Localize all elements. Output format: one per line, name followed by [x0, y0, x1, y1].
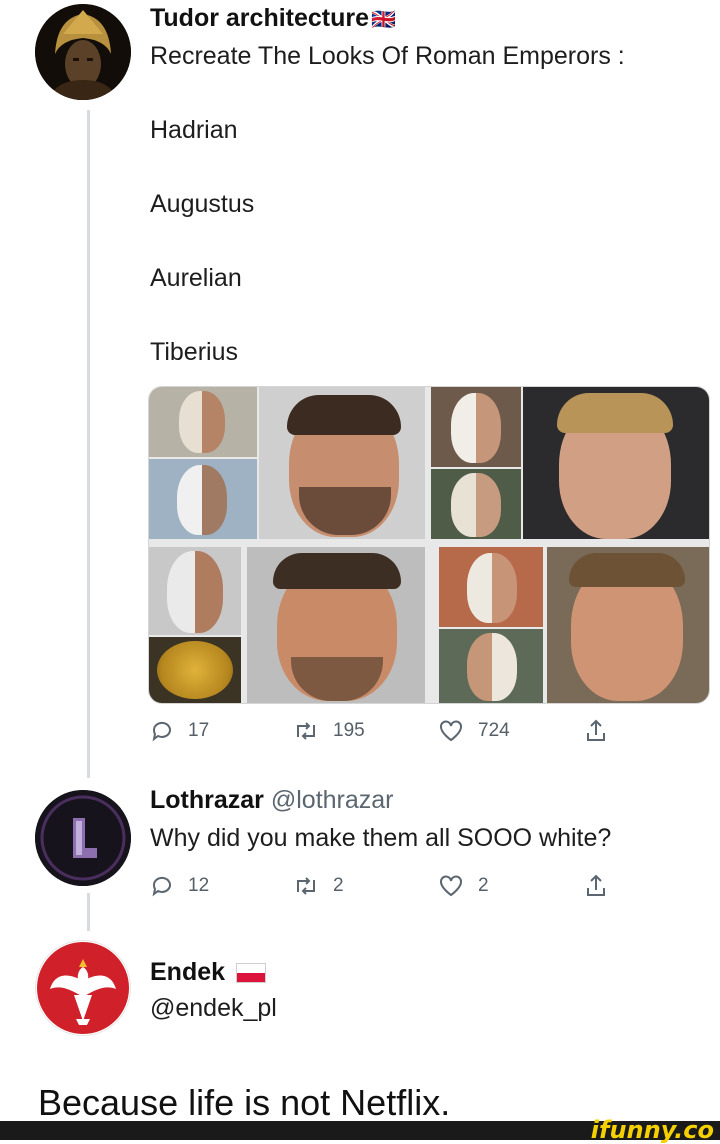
tweet-text: Why did you make them all SOOO white?: [150, 824, 612, 852]
reply-button[interactable]: 17: [150, 719, 209, 743]
tweet-text: Recreate The Looks Of Roman Emperors :: [150, 42, 625, 70]
thread-line: [87, 893, 90, 931]
like-button[interactable]: 724: [438, 719, 510, 743]
thread-line: [87, 110, 90, 778]
like-icon: [440, 720, 462, 742]
author-name-text[interactable]: Endek: [150, 958, 225, 986]
reply-count: 12: [188, 875, 210, 896]
author-name[interactable]: Tudor architecture 🇬🇧: [150, 4, 396, 33]
share-button[interactable]: [583, 718, 609, 744]
reconstruction-photo[interactable]: [247, 547, 425, 703]
author-handle[interactable]: @lothrazar: [271, 786, 394, 814]
like-button[interactable]: 2: [438, 874, 489, 898]
bust-photo[interactable]: [431, 387, 521, 467]
reconstruction-photo[interactable]: [547, 547, 709, 703]
coin-photo[interactable]: [149, 637, 241, 703]
reconstruction-photo[interactable]: [523, 387, 709, 539]
bust-photo[interactable]: [439, 629, 543, 703]
reply-icon: [152, 721, 171, 742]
emperor-name: Augustus: [150, 190, 255, 218]
like-count: 2: [478, 875, 489, 896]
retweet-icon: [297, 877, 315, 895]
like-icon: [440, 875, 462, 897]
author-name-text[interactable]: Tudor architecture: [150, 4, 369, 32]
retweet-button[interactable]: 195: [293, 719, 365, 743]
retweet-count: 2: [333, 875, 344, 896]
uk-flag-icon: 🇬🇧: [371, 9, 396, 31]
retweet-button[interactable]: 2: [293, 874, 344, 898]
poland-flag-icon: [235, 963, 266, 984]
retweet-count: 195: [333, 720, 365, 741]
author-name-text[interactable]: Lothrazar: [150, 786, 264, 814]
avatar-lothrazar[interactable]: [35, 790, 131, 886]
like-count: 724: [478, 720, 510, 741]
author-name[interactable]: Lothrazar @lothrazar: [150, 786, 394, 815]
share-icon: [587, 874, 605, 896]
emperor-name: Tiberius: [150, 338, 238, 366]
emperor-name: Aurelian: [150, 264, 242, 292]
reconstruction-photo[interactable]: [259, 387, 425, 539]
emperor-name: Hadrian: [150, 116, 238, 144]
bust-photo[interactable]: [149, 459, 257, 539]
tweet-text: Because life is not Netflix.: [38, 1082, 451, 1123]
avatar-tudor[interactable]: [35, 4, 131, 100]
author-handle[interactable]: @endek_pl: [150, 994, 277, 1023]
reply-button[interactable]: 12: [150, 874, 209, 898]
share-icon: [587, 719, 605, 741]
bust-photo[interactable]: [149, 387, 257, 457]
share-button[interactable]: [583, 873, 609, 899]
bust-photo[interactable]: [431, 469, 521, 539]
bust-photo[interactable]: [149, 547, 241, 635]
avatar-endek[interactable]: [35, 940, 131, 1036]
media-grid[interactable]: [148, 386, 710, 704]
reply-icon: [152, 876, 171, 897]
bust-photo[interactable]: [439, 547, 543, 627]
reply-count: 17: [188, 720, 210, 741]
author-name[interactable]: Endek: [150, 958, 266, 987]
retweet-icon: [297, 722, 315, 740]
